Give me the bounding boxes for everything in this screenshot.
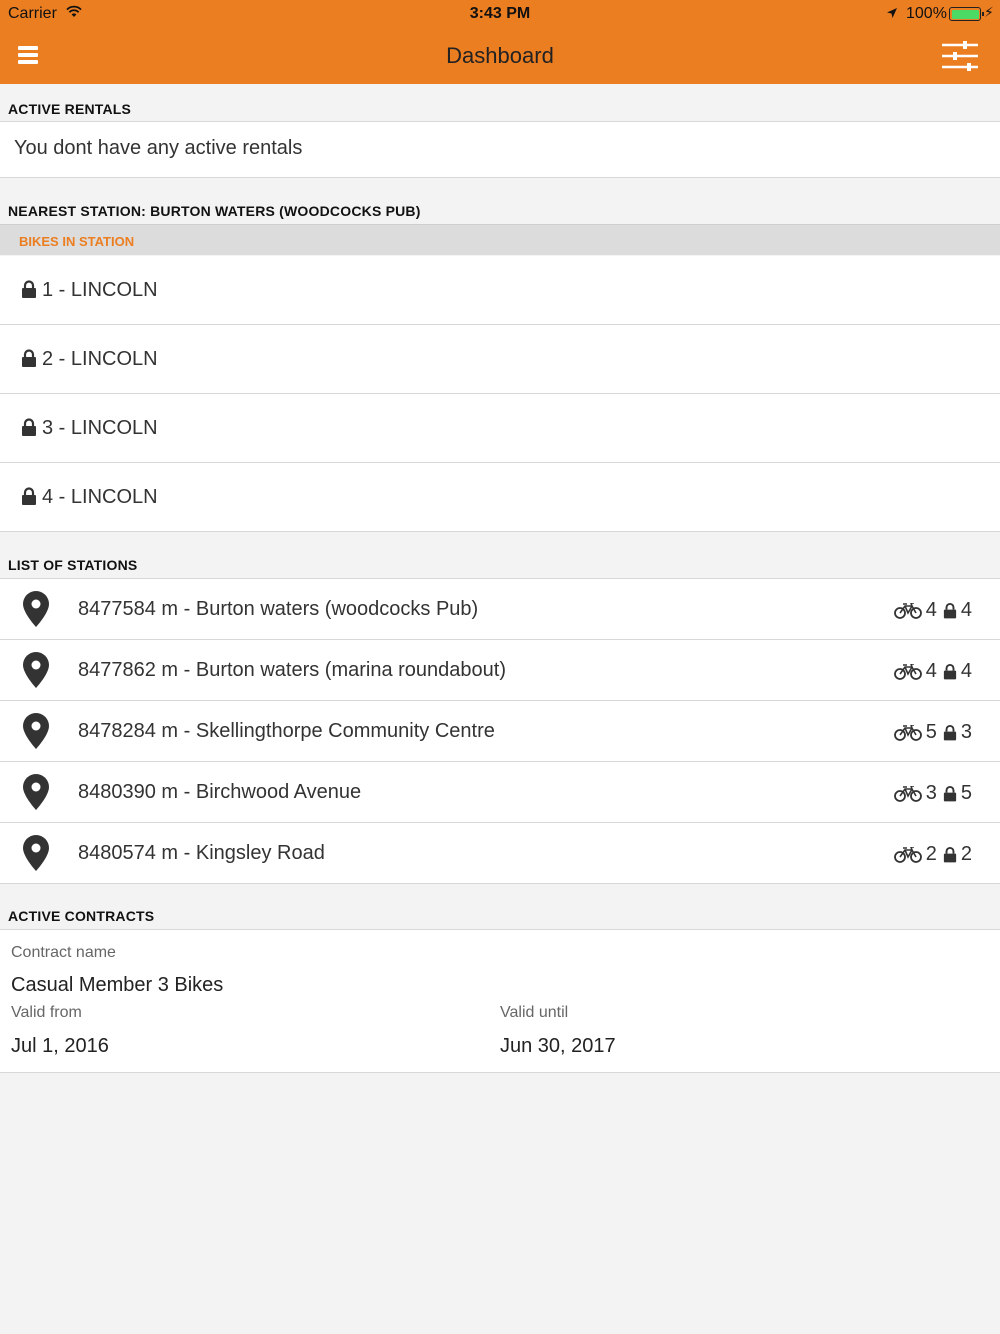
station-counts: 5 3 (893, 721, 972, 744)
clock: 3:43 PM (469, 5, 531, 22)
page-title: Dashboard (446, 43, 554, 68)
charging-bolt-icon: ⚡ (984, 4, 994, 20)
battery-icon (949, 7, 984, 21)
battery-percent: 100% (906, 5, 947, 22)
no-rentals-text: You dont have any active rentals (14, 137, 303, 159)
valid-from-label: Valid from (11, 1004, 82, 1021)
lock-icon (943, 724, 956, 741)
lock-icon (943, 663, 956, 680)
bike-row[interactable]: 4 - LINCOLN (0, 463, 1000, 532)
station-row[interactable]: 8478284 m - Skellingthorpe Community Cen… (0, 701, 1000, 762)
status-bar: Carrier 3:43 PM 100% ⚡ (0, 0, 1000, 28)
station-counts: 4 4 (893, 599, 972, 622)
station-name: 8480574 m - Kingsley Road (78, 842, 325, 864)
docks-count: 5 (960, 782, 972, 804)
bikes-count: 4 (925, 599, 937, 621)
lock-icon (943, 846, 956, 863)
station-row[interactable]: 8480574 m - Kingsley Road 2 2 (0, 823, 1000, 884)
filter-icon[interactable] (940, 40, 980, 72)
bikes-count: 4 (925, 660, 937, 682)
bikes-in-station-label: BIKES IN STATION (19, 234, 135, 249)
station-name: 8478284 m - Skellingthorpe Community Cen… (78, 720, 495, 742)
lock-icon (21, 418, 37, 441)
bicycle-icon (893, 724, 922, 741)
station-row[interactable]: 8477862 m - Burton waters (marina rounda… (0, 640, 1000, 701)
station-name: 8480390 m - Birchwood Avenue (78, 781, 362, 803)
station-counts: 2 2 (893, 843, 972, 866)
bike-row[interactable]: 2 - LINCOLN (0, 325, 1000, 394)
contract-name-value: Casual Member 3 Bikes (11, 974, 224, 996)
lock-icon (943, 602, 956, 619)
navigation-bar: Carrier 3:43 PM 100% ⚡ Dashboard (0, 0, 1000, 84)
bike-label: 2 - LINCOLN (42, 348, 158, 370)
bike-row[interactable]: 3 - LINCOLN (0, 394, 1000, 463)
station-name: 8477584 m - Burton waters (woodcocks Pub… (78, 598, 479, 620)
contracts-header: ACTIVE CONTRACTS (8, 908, 155, 924)
station-counts: 3 5 (893, 782, 972, 805)
map-pin-icon (23, 774, 49, 815)
station-counts: 4 4 (893, 660, 972, 683)
nearest-station-header: NEAREST STATION: BURTON WATERS (WOODCOCK… (8, 203, 421, 219)
bike-label: 3 - LINCOLN (42, 417, 158, 439)
map-pin-icon (23, 835, 49, 876)
bike-label: 1 - LINCOLN (42, 279, 158, 301)
map-pin-icon (23, 652, 49, 693)
docks-count: 4 (960, 599, 972, 621)
bikes-count: 2 (925, 843, 937, 865)
stations-header: LIST OF STATIONS (8, 557, 138, 573)
map-pin-icon (23, 591, 49, 632)
bikes-count: 3 (925, 782, 937, 804)
docks-count: 2 (960, 843, 972, 865)
bike-row[interactable]: 1 - LINCOLN (0, 256, 1000, 325)
bicycle-icon (893, 663, 922, 680)
station-row[interactable]: 8480390 m - Birchwood Avenue 3 5 (0, 762, 1000, 823)
bicycle-icon (893, 846, 922, 863)
map-pin-icon (23, 713, 49, 754)
bicycle-icon (893, 785, 922, 802)
station-name: 8477862 m - Burton waters (marina rounda… (78, 659, 507, 681)
bikes-count: 5 (925, 721, 937, 743)
lock-icon (21, 280, 37, 303)
bikes-in-station-subheader: BIKES IN STATION (0, 224, 1000, 255)
lock-icon (21, 487, 37, 510)
bicycle-icon (893, 602, 922, 619)
valid-until-label: Valid until (500, 1004, 569, 1021)
valid-from-value: Jul 1, 2016 (11, 1035, 109, 1057)
bike-label: 4 - LINCOLN (42, 486, 158, 508)
lock-icon (21, 349, 37, 372)
valid-until-value: Jun 30, 2017 (500, 1035, 616, 1057)
docks-count: 4 (960, 660, 972, 682)
station-row[interactable]: 8477584 m - Burton waters (woodcocks Pub… (0, 579, 1000, 640)
active-rentals-header: ACTIVE RENTALS (8, 101, 132, 117)
docks-count: 3 (960, 721, 972, 743)
lock-icon (943, 785, 956, 802)
contract-name-label: Contract name (11, 944, 116, 961)
location-arrow-icon (886, 6, 898, 24)
